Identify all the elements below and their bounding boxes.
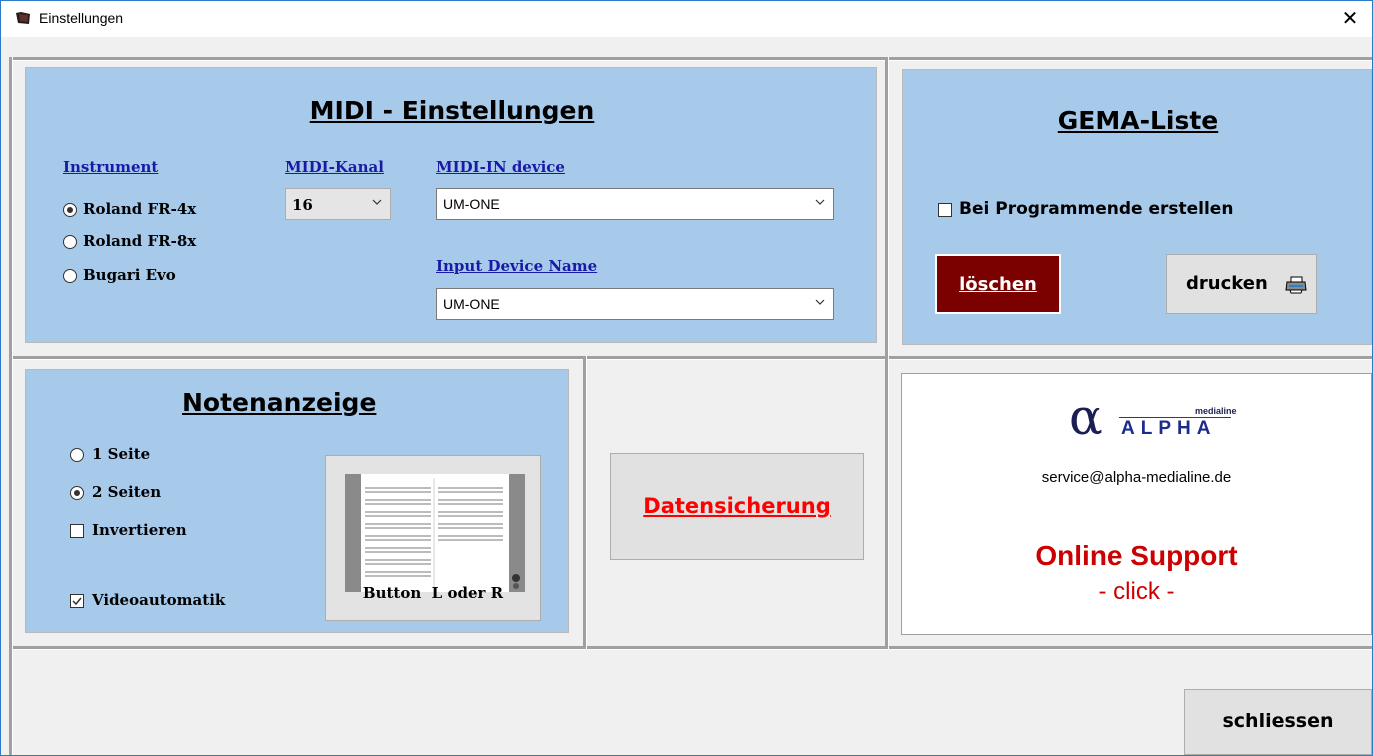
chevron-down-icon [372,199,382,205]
invert-checkbox[interactable] [70,524,84,538]
support-email[interactable]: service@alpha-medialine.de [902,469,1371,486]
support-headline[interactable]: Online Support [902,540,1371,572]
page-turn-preview-button[interactable]: Button L oder R [325,455,541,621]
support-panel[interactable]: α medialine ALPHA service@alpha-medialin… [901,373,1372,635]
backup-button-label: Datensicherung [643,494,831,518]
title-bar: Einstellungen ✕ [1,1,1372,37]
delete-button[interactable]: löschen [935,254,1061,314]
radio-bugari-evo[interactable] [63,269,77,283]
input-device-name-label[interactable]: Input Device Name [436,257,597,275]
midi-panel: MIDI - Einstellungen Instrument Roland F… [25,67,877,343]
midi-kanal-value: 16 [292,196,313,214]
print-button[interactable]: drucken [1166,254,1317,314]
label-roland-fr4x: Roland FR-4x [83,200,197,218]
label-1-seite: 1 Seite [92,445,151,463]
alpha-logo-brand: ALPHA [1121,418,1217,439]
divider-left-edge [9,57,13,755]
midi-in-device-label[interactable]: MIDI-IN device [436,158,565,176]
gema-title: GEMA-Liste [1057,106,1219,135]
divider-gema [885,57,889,649]
divider-top [11,57,1372,61]
input-device-name-select[interactable]: UM-ONE [436,288,834,320]
midi-kanal-select[interactable]: 16 [285,188,391,220]
support-click[interactable]: - click - [902,578,1371,606]
radio-roland-fr8x[interactable] [63,235,77,249]
chevron-down-icon [815,199,825,205]
video-checkbox[interactable] [70,594,84,608]
midi-in-device-select[interactable]: UM-ONE [436,188,834,220]
gema-create-label: Bei Programmende erstellen [959,199,1234,219]
alpha-logo-small: medialine [1195,406,1237,416]
checkmark-icon [72,597,82,606]
instrument-label[interactable]: Instrument [63,158,158,176]
radio-2-seiten[interactable] [70,486,84,500]
printer-icon [1285,276,1307,294]
noten-title: Notenanzeige [182,388,377,417]
divider-noten [583,356,587,649]
radio-1-seite[interactable] [70,448,84,462]
input-device-name-value: UM-ONE [443,296,500,312]
video-label: Videoautomatik [92,591,226,609]
radio-roland-fr4x[interactable] [63,203,77,217]
label-2-seiten: 2 Seiten [92,483,162,501]
gema-panel: GEMA-Liste Bei Programmende erstellen lö… [902,69,1372,345]
page-turn-caption: Button L oder R [362,584,504,602]
delete-button-label: löschen [959,274,1037,295]
close-dialog-button-label: schliessen [1222,710,1334,732]
label-roland-fr8x: Roland FR-8x [83,232,197,250]
alpha-symbol: α [1069,388,1103,446]
app-icon [16,12,30,24]
settings-window: Einstellungen ✕ MIDI - Einstellungen Ins… [0,0,1373,756]
midi-in-device-value: UM-ONE [443,196,500,212]
close-dialog-button[interactable]: schliessen [1184,689,1372,755]
sheet-music-preview [345,474,525,592]
close-button[interactable]: ✕ [1328,1,1372,37]
midi-title: MIDI - Einstellungen [309,96,595,125]
noten-panel: Notenanzeige 1 Seite 2 Seiten Invertiere… [25,369,569,633]
label-bugari-evo: Bugari Evo [83,266,176,284]
print-button-label: drucken [1186,273,1268,294]
close-icon: ✕ [1341,8,1359,30]
alpha-logo: α medialine ALPHA [1069,388,1249,448]
invert-label: Invertieren [92,521,187,539]
gema-create-checkbox[interactable] [938,203,952,217]
chevron-down-icon [815,299,825,305]
divider-bottom [11,646,1372,650]
backup-button[interactable]: Datensicherung [610,453,864,560]
window-title: Einstellungen [39,10,124,26]
midi-kanal-label[interactable]: MIDI-Kanal [285,158,384,176]
divider-middle [11,356,1372,360]
